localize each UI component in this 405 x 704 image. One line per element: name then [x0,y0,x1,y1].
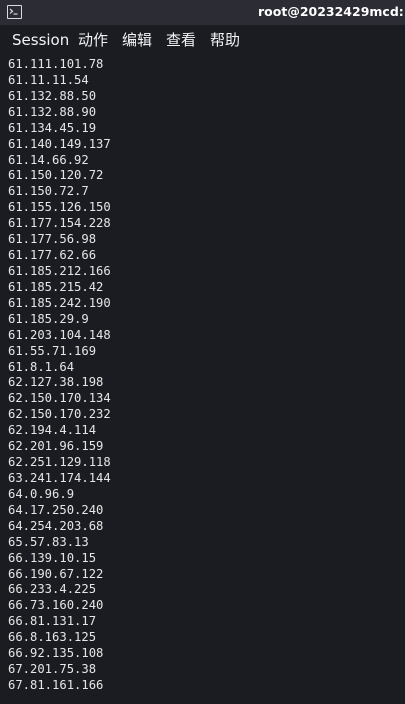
output-line: 66.73.160.240 [8,598,104,613]
output-line: 61.150.120.72 [8,168,104,183]
output-line: 66.190.67.122 [8,566,104,581]
output-line: 66.81.131.17 [8,614,97,629]
output-line: 61.132.88.50 [8,88,97,103]
output-line: 61.185.215.42 [8,279,104,294]
output-line: 61.14.66.92 [8,152,89,167]
output-line: 62.127.38.198 [8,375,104,390]
menu-view[interactable]: 查看 [166,31,196,49]
output-line: 61.111.101.78 [8,57,104,71]
window-title: root@20232429mcd: /hon [258,4,405,19]
output-line: 66.8.163.125 [8,630,97,645]
output-line: 61.8.1.64 [8,359,75,374]
output-line: 61.150.72.7 [8,184,89,199]
output-line: 67.81.161.166 [8,677,104,692]
output-line: 61.132.88.90 [8,104,97,119]
terminal-output[interactable]: 61.111.101.78 61.11.11.54 61.132.88.50 61.1… [8,57,111,694]
output-line: 62.150.170.134 [8,391,111,406]
menu-session[interactable]: Session [12,31,69,49]
terminal-window: root@20232429mcd: /hon Session 动作 编辑 查看 … [0,0,405,704]
output-line: 61.11.11.54 [8,72,89,87]
output-line: 61.185.242.190 [8,295,111,310]
output-line: 61.177.62.66 [8,248,97,263]
output-line: 64.254.203.68 [8,518,104,533]
output-line: 66.139.10.15 [8,550,97,565]
output-line: 61.203.104.148 [8,327,111,342]
output-line: 62.150.170.232 [8,407,111,422]
output-line: 61.140.149.137 [8,136,111,151]
output-line: 64.0.96.9 [8,486,75,501]
output-line: 61.177.154.228 [8,216,111,231]
output-line: 61.155.126.150 [8,200,111,215]
menu-actions[interactable]: 动作 [78,31,108,49]
output-line: 62.251.129.118 [8,455,111,470]
output-line: 64.17.250.240 [8,502,104,517]
menu-bar: Session 动作 编辑 查看 帮助 [0,25,405,56]
output-line: 61.185.212.166 [8,263,111,278]
output-line: 66.92.135.108 [8,646,104,661]
output-line: 62.201.96.159 [8,439,104,454]
output-line: 61.134.45.19 [8,120,97,135]
output-line: 66.233.4.225 [8,582,97,597]
terminal-icon[interactable] [7,5,22,19]
menu-help[interactable]: 帮助 [210,31,240,49]
output-line: 65.57.83.13 [8,534,89,549]
menu-edit[interactable]: 编辑 [122,31,152,49]
output-line: 67.201.75.38 [8,662,97,677]
output-line: 61.185.29.9 [8,311,89,326]
title-bar[interactable]: root@20232429mcd: /hon [0,0,405,25]
output-line: 62.194.4.114 [8,423,97,438]
output-line: 61.55.71.169 [8,343,97,358]
output-line: 63.241.174.144 [8,470,111,485]
output-line: 61.177.56.98 [8,232,97,247]
